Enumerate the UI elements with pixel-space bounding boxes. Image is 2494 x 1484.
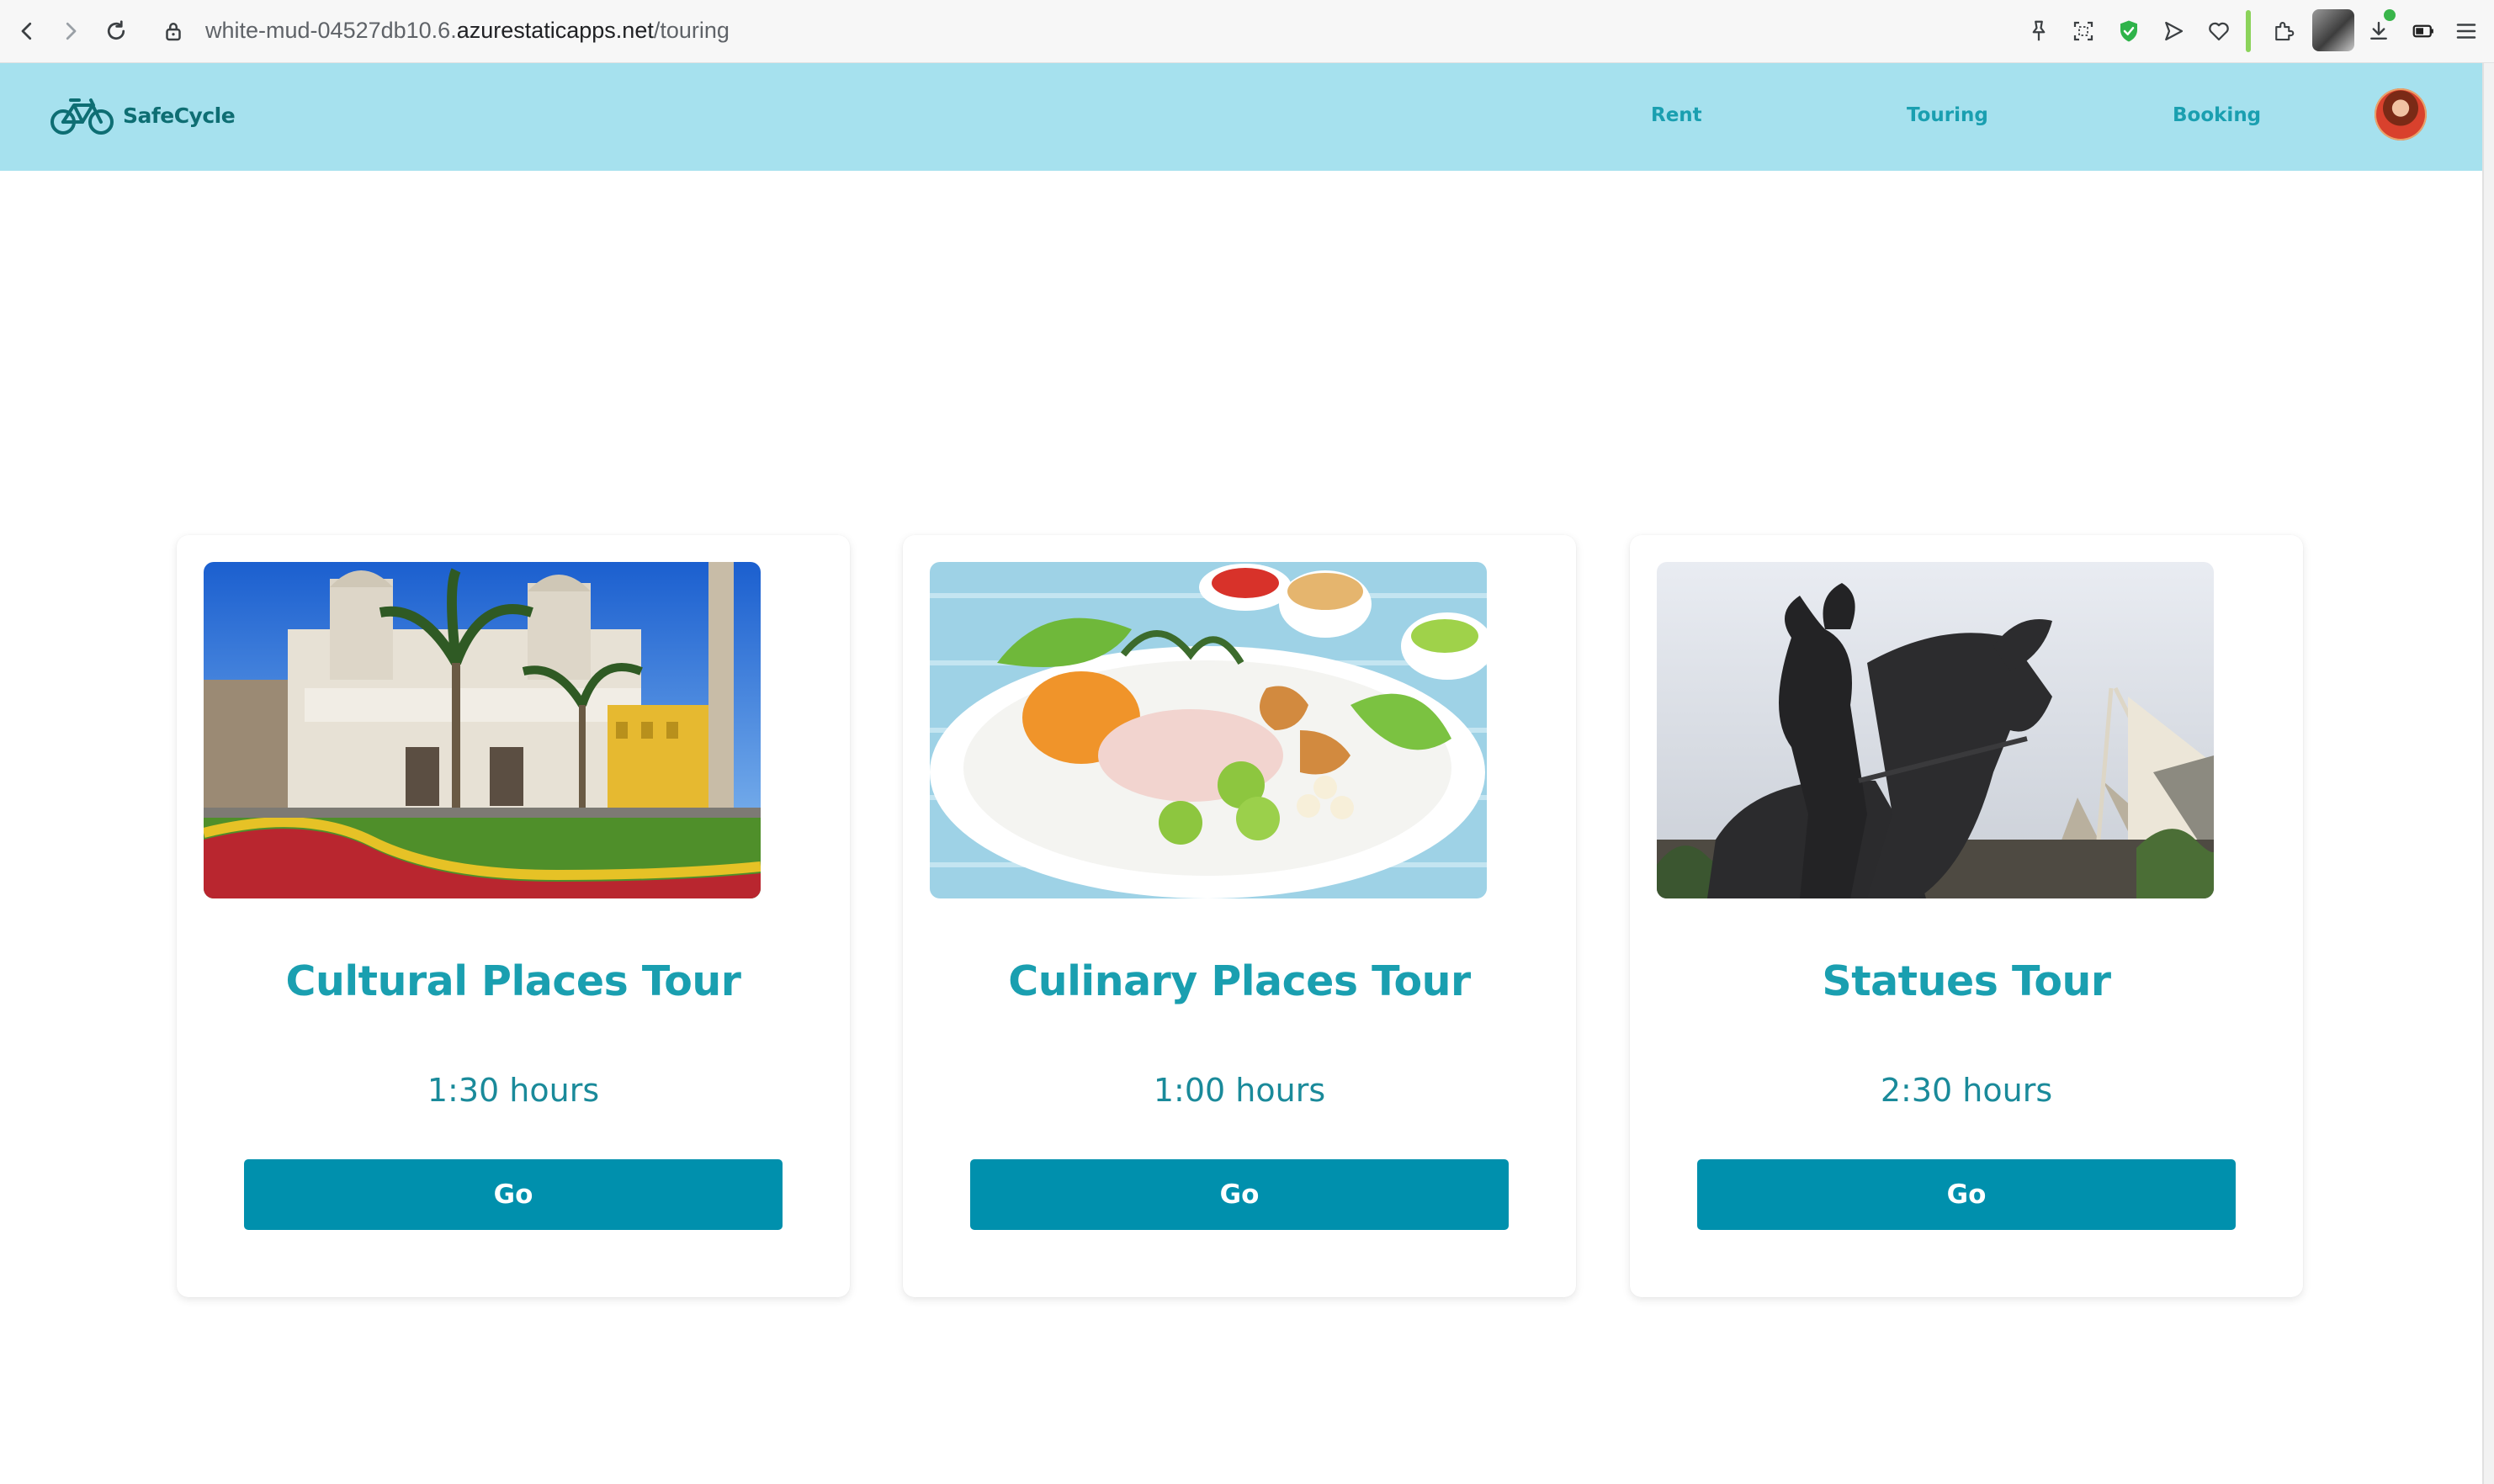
tour-card-cultural: Cultural Places Tour 1:30 hours Go (177, 535, 850, 1297)
menu-icon[interactable] (2451, 14, 2481, 48)
nav-booking[interactable]: Booking (2173, 100, 2261, 130)
app-header: SafeCycle Rent Touring Booking (0, 63, 2482, 171)
profile-avatar[interactable] (2312, 9, 2354, 51)
screenshot-icon[interactable] (2067, 14, 2100, 48)
brand-name: SafeCycle (123, 103, 236, 128)
extension-divider (2246, 10, 2251, 52)
url-path: /touring (653, 18, 730, 43)
culinary-tour-image (930, 562, 1487, 898)
user-avatar[interactable] (2375, 88, 2427, 140)
back-arrow-icon[interactable] (10, 14, 44, 48)
lock-icon[interactable] (157, 14, 190, 48)
url-host: azurestaticapps.net (456, 18, 654, 43)
brand-logo[interactable]: SafeCycle (49, 93, 236, 137)
go-button-culinary[interactable]: Go (970, 1159, 1509, 1230)
tour-duration: 1:00 hours (1153, 1072, 1326, 1109)
tour-title: Cultural Places Tour (285, 957, 741, 1005)
nav-rent[interactable]: Rent (1651, 100, 1702, 130)
browser-toolbar: white-mud-04527db10.6.azurestaticapps.ne… (0, 0, 2494, 63)
puzzle-icon[interactable] (2267, 14, 2300, 48)
nav-touring[interactable]: Touring (1907, 100, 1988, 130)
forward-arrow-icon[interactable] (54, 14, 88, 48)
cultural-tour-image (204, 562, 761, 898)
heart-icon[interactable] (2202, 14, 2236, 48)
tour-card-culinary: Culinary Places Tour 1:00 hours Go (903, 535, 1576, 1297)
send-icon[interactable] (2157, 14, 2190, 48)
shield-check-icon[interactable] (2112, 14, 2146, 48)
bicycle-logo-icon (50, 98, 114, 135)
download-badge (2384, 9, 2396, 21)
scrollbar[interactable] (2482, 63, 2494, 1484)
url-prefix: white-mud-04527db10.6. (205, 18, 457, 43)
battery-icon[interactable] (2406, 14, 2440, 48)
tour-duration: 1:30 hours (427, 1072, 600, 1109)
tour-duration: 2:30 hours (1880, 1072, 2053, 1109)
tour-card-statues: Statues Tour 2:30 hours Go (1630, 535, 2303, 1297)
reload-icon[interactable] (99, 14, 133, 48)
address-bar[interactable]: white-mud-04527db10.6.azurestaticapps.ne… (205, 16, 730, 45)
tour-title: Culinary Places Tour (1008, 957, 1471, 1005)
statues-tour-image (1657, 562, 2214, 898)
pin-icon[interactable] (2022, 14, 2056, 48)
tour-title: Statues Tour (1822, 957, 2111, 1005)
go-button-statues[interactable]: Go (1697, 1159, 2236, 1230)
go-button-cultural[interactable]: Go (244, 1159, 783, 1230)
